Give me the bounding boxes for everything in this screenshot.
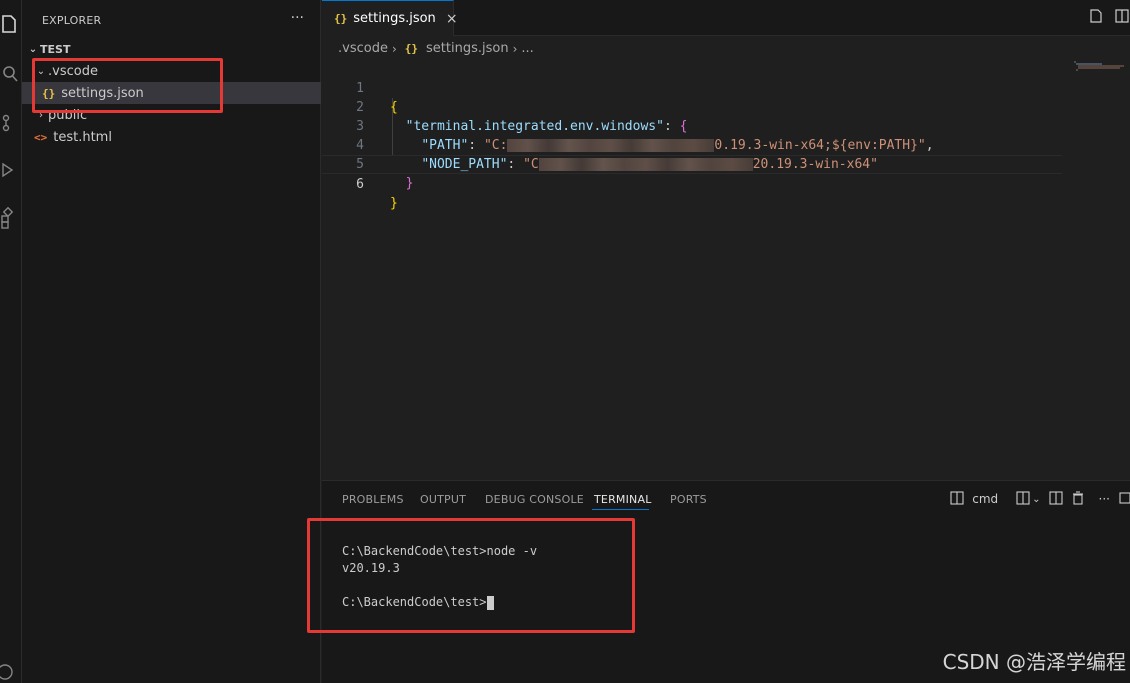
maximize-panel-icon[interactable] (1118, 491, 1130, 508)
line-number: 6 (356, 177, 364, 192)
editor-area: {} settings.json × .vscode › {} settings… (322, 0, 1130, 480)
tab-bar: {} settings.json × (322, 0, 1130, 36)
html-file-icon: <> (34, 130, 48, 144)
explorer-sidebar: EXPLORER ··· ⌄ TEST ⌄ .vscode {} setting… (22, 0, 321, 683)
chevron-down-icon: ⌄ (28, 43, 38, 55)
tab-settings-json[interactable]: {} settings.json × (322, 0, 458, 36)
code-line: 4 "NODE_PATH": "C 20.19.3-win-x64" (322, 117, 1062, 172)
terminal-icon (950, 490, 964, 508)
tab-debug-console[interactable]: DEBUG CONSOLE (485, 493, 584, 506)
code-token: } (405, 176, 414, 191)
breadcrumb-file[interactable]: settings.json (426, 41, 509, 56)
chevron-right-icon: › (39, 109, 43, 121)
code-line: 3 "PATH": "C: 0.19.3-win-x64;${env:PATH}"… (322, 98, 1062, 153)
tree-item-test-html[interactable]: <> test.html (22, 126, 321, 148)
tree-item-public[interactable]: › public (22, 104, 321, 126)
tab-problems[interactable]: PROBLEMS (342, 493, 404, 506)
terminal-prompt: C:\BackendCode\test> (342, 595, 487, 609)
tree-item-label: public (48, 107, 88, 123)
explorer-icon[interactable] (0, 12, 22, 36)
chevron-down-icon[interactable]: ⌄ (1032, 494, 1040, 505)
terminal-line: v20.19.3 (342, 561, 400, 575)
source-control-icon[interactable] (0, 110, 22, 134)
breadcrumb: .vscode › {} settings.json › ... (338, 41, 534, 56)
tab-terminal[interactable]: TERMINAL (594, 493, 652, 506)
tree-item-vscode[interactable]: ⌄ .vscode (22, 60, 321, 82)
tab-ports[interactable]: PORTS (670, 493, 707, 506)
terminal-shell-name[interactable]: cmd (972, 492, 998, 506)
json-file-icon: {} (334, 12, 348, 25)
json-file-icon: {} (42, 86, 56, 100)
workspace-section[interactable]: ⌄ TEST (22, 38, 321, 60)
account-icon[interactable] (0, 660, 22, 683)
run-debug-icon[interactable] (0, 158, 22, 182)
chevron-down-icon: ⌄ (36, 65, 46, 77)
active-tab-indicator (592, 509, 649, 510)
search-icon[interactable] (0, 62, 22, 86)
code-editor[interactable]: 1 { 2 "terminal.integrated.env.windows":… (322, 60, 1062, 211)
tree-item-label: settings.json (61, 85, 144, 101)
code-line: 1 { (322, 60, 1062, 115)
minimap[interactable] (1072, 60, 1126, 71)
tab-output[interactable]: OUTPUT (420, 493, 466, 506)
trash-icon[interactable] (1071, 490, 1085, 508)
tree-item-settings-json[interactable]: {} settings.json (22, 82, 321, 104)
chevron-right-icon: › (391, 41, 397, 56)
terminal-cursor (486, 595, 494, 610)
tab-label: settings.json (353, 11, 436, 26)
extensions-icon[interactable] (0, 206, 22, 230)
code-line: 2 "terminal.integrated.env.windows": { (322, 79, 1062, 134)
breadcrumb-more[interactable]: ... (521, 41, 533, 56)
breadcrumb-folder[interactable]: .vscode (338, 41, 388, 56)
code-line-current: 6 } (322, 155, 1062, 211)
code-line: 5 } (322, 136, 1062, 191)
split-terminal-icon[interactable] (1016, 490, 1030, 508)
workspace-name: TEST (40, 42, 71, 56)
code-token: } (390, 196, 398, 211)
close-icon[interactable]: × (446, 11, 458, 27)
more-actions-icon[interactable]: ··· (1099, 492, 1110, 506)
more-actions-icon[interactable]: ··· (291, 10, 304, 26)
open-changes-icon[interactable] (1088, 8, 1104, 28)
chevron-right-icon: › (512, 41, 518, 56)
activity-bar (0, 0, 22, 683)
split-editor-icon[interactable] (1114, 8, 1130, 28)
layout-icon[interactable] (1048, 490, 1063, 508)
explorer-title: EXPLORER (42, 14, 102, 27)
tree-item-label: test.html (53, 129, 112, 145)
tree-item-label: .vscode (48, 63, 98, 79)
json-file-icon: {} (404, 42, 419, 55)
terminal-line: C:\BackendCode\test>node -v (342, 544, 538, 558)
watermark: CSDN @浩泽学编程 (942, 650, 1126, 674)
terminal-output[interactable]: C:\BackendCode\test>node -v v20.19.3 C:\… (342, 543, 537, 611)
